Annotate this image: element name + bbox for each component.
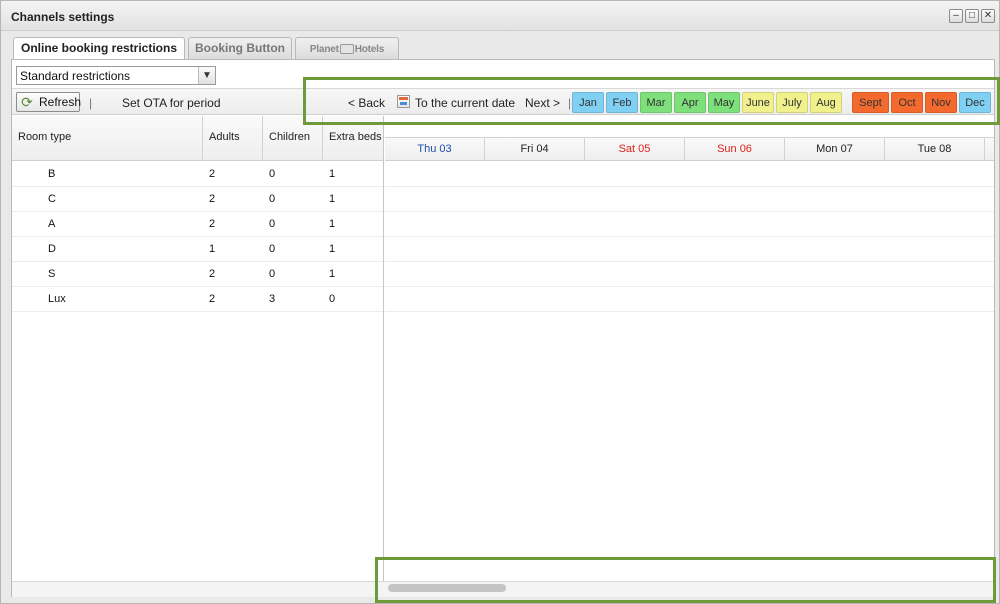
refresh-icon: ⟳	[21, 94, 33, 110]
column-header-extra-beds[interactable]: Extra beds	[323, 116, 383, 161]
chevron-down-icon[interactable]: ▼	[198, 67, 215, 84]
children-cell: 0	[269, 268, 276, 280]
room-type-cell: A	[48, 218, 56, 230]
adults-cell: 2	[209, 168, 216, 180]
extra-beds-cell: 1	[329, 243, 336, 255]
children-cell: 0	[269, 218, 276, 230]
room-grid-header: Room type Adults Children Extra beds	[12, 116, 383, 161]
room-type-cell: C	[48, 193, 56, 205]
adults-cell: 2	[209, 218, 216, 230]
column-label: Room type	[18, 131, 72, 143]
adults-cell: 1	[209, 243, 216, 255]
adults-cell: 2	[209, 293, 216, 305]
calendar-row[interactable]	[385, 187, 994, 212]
table-row[interactable]: A 2 0 1	[12, 212, 383, 237]
extra-beds-cell: 1	[329, 193, 336, 205]
day-header[interactable]: Fri 04	[485, 138, 585, 161]
adults-cell: 2	[209, 193, 216, 205]
month-button-nov[interactable]: Nov	[925, 92, 957, 113]
room-type-cell: B	[48, 168, 56, 180]
minimize-icon[interactable]: –	[949, 9, 963, 23]
month-button-jan[interactable]: Jan	[572, 92, 604, 113]
column-label: Adults	[209, 131, 240, 143]
column-header-room-type[interactable]: Room type	[12, 116, 203, 161]
calendar-row[interactable]	[385, 212, 994, 237]
day-header[interactable]: Tue 08	[885, 138, 985, 161]
refresh-label: Refresh	[39, 95, 82, 109]
column-header-children[interactable]: Children	[263, 116, 323, 161]
tab-label: Booking Button	[195, 41, 285, 55]
extra-beds-cell: 1	[329, 168, 336, 180]
table-row[interactable]: Lux 2 3 0	[12, 287, 383, 312]
back-button[interactable]: < Back	[348, 96, 385, 110]
day-header[interactable]: Sun 06	[685, 138, 785, 161]
room-type-cell: S	[48, 268, 56, 280]
column-label: Children	[269, 131, 310, 143]
room-type-grid: Room type Adults Children Extra beds B 2 0…	[12, 116, 384, 582]
day-header[interactable]: Thu 03	[385, 138, 485, 161]
window-title: Channels settings	[11, 10, 115, 24]
extra-beds-cell: 1	[329, 218, 336, 230]
tab-label: Online booking restrictions	[20, 41, 178, 55]
restriction-type-value: Standard restrictions	[20, 69, 131, 83]
next-button[interactable]: Next >	[525, 96, 560, 110]
column-header-adults[interactable]: Adults	[203, 116, 263, 161]
calendar-icon[interactable]	[397, 95, 410, 108]
table-row[interactable]: C 2 0 1	[12, 187, 383, 212]
tab-planet-hotels[interactable]: Planet Hotels	[295, 37, 399, 59]
month-button-may[interactable]: May	[708, 92, 740, 113]
title-bar: Channels settings – □ ✕	[1, 1, 999, 31]
maximize-icon[interactable]: □	[965, 9, 979, 23]
day-header[interactable]: Mon 07	[785, 138, 885, 161]
calendar-row[interactable]	[385, 162, 994, 187]
children-cell: 0	[269, 243, 276, 255]
calendar-day-header: Thu 03 Fri 04 Sat 05 Sun 06 Mon 07 Tue 08	[385, 138, 994, 161]
adults-cell: 2	[209, 268, 216, 280]
refresh-button[interactable]: ⟳ Refresh	[16, 92, 82, 112]
day-header[interactable]: Sat 05	[585, 138, 685, 161]
calendar-grid: Thu 03 Fri 04 Sat 05 Sun 06 Mon 07 Tue 08	[385, 116, 994, 582]
room-type-cell: Lux	[48, 293, 66, 305]
extra-beds-cell: 1	[329, 268, 336, 280]
calendar-month-header	[385, 116, 994, 138]
children-cell: 3	[269, 293, 276, 305]
month-button-sept[interactable]: Sept	[852, 92, 889, 113]
channels-settings-window: Channels settings – □ ✕ Online booking r…	[0, 0, 1000, 604]
month-button-aug[interactable]: Aug	[810, 92, 842, 113]
toolbar-separator: |	[89, 96, 93, 110]
restrictions-panel: Standard restrictions ▼ ⟳ Refresh | Set …	[11, 59, 995, 597]
toolbar-separator: |	[568, 96, 572, 110]
planet-hotels-logo: Planet Hotels	[309, 44, 385, 55]
children-cell: 0	[269, 193, 276, 205]
room-type-cell: D	[48, 243, 56, 255]
tab-online-booking-restrictions[interactable]: Online booking restrictions	[13, 37, 185, 60]
month-button-dec[interactable]: Dec	[959, 92, 991, 113]
calendar-row[interactable]	[385, 287, 994, 312]
current-date-button[interactable]: To the current date	[415, 96, 515, 110]
close-icon[interactable]: ✕	[981, 9, 995, 23]
set-ota-for-period-link[interactable]: Set OTA for period	[122, 96, 221, 110]
restriction-type-select[interactable]: Standard restrictions ▼	[16, 66, 216, 85]
tab-booking-button[interactable]: Booking Button	[188, 37, 292, 59]
calendar-row[interactable]	[385, 237, 994, 262]
extra-beds-cell: 0	[329, 293, 336, 305]
month-button-apr[interactable]: Apr	[674, 92, 706, 113]
month-button-mar[interactable]: Mar	[640, 92, 672, 113]
toolbar: ⟳ Refresh | Set OTA for period < Back To…	[12, 88, 994, 115]
children-cell: 0	[269, 168, 276, 180]
month-button-feb[interactable]: Feb	[606, 92, 638, 113]
month-button-june[interactable]: June	[742, 92, 774, 113]
table-row[interactable]: S 2 0 1	[12, 262, 383, 287]
table-row[interactable]: D 1 0 1	[12, 237, 383, 262]
month-button-july[interactable]: July	[776, 92, 808, 113]
column-label: Extra beds	[329, 131, 382, 143]
horizontal-scrollbar-thumb[interactable]	[388, 584, 506, 592]
calendar-row[interactable]	[385, 262, 994, 287]
table-row[interactable]: B 2 0 1	[12, 162, 383, 187]
month-button-oct[interactable]: Oct	[891, 92, 923, 113]
